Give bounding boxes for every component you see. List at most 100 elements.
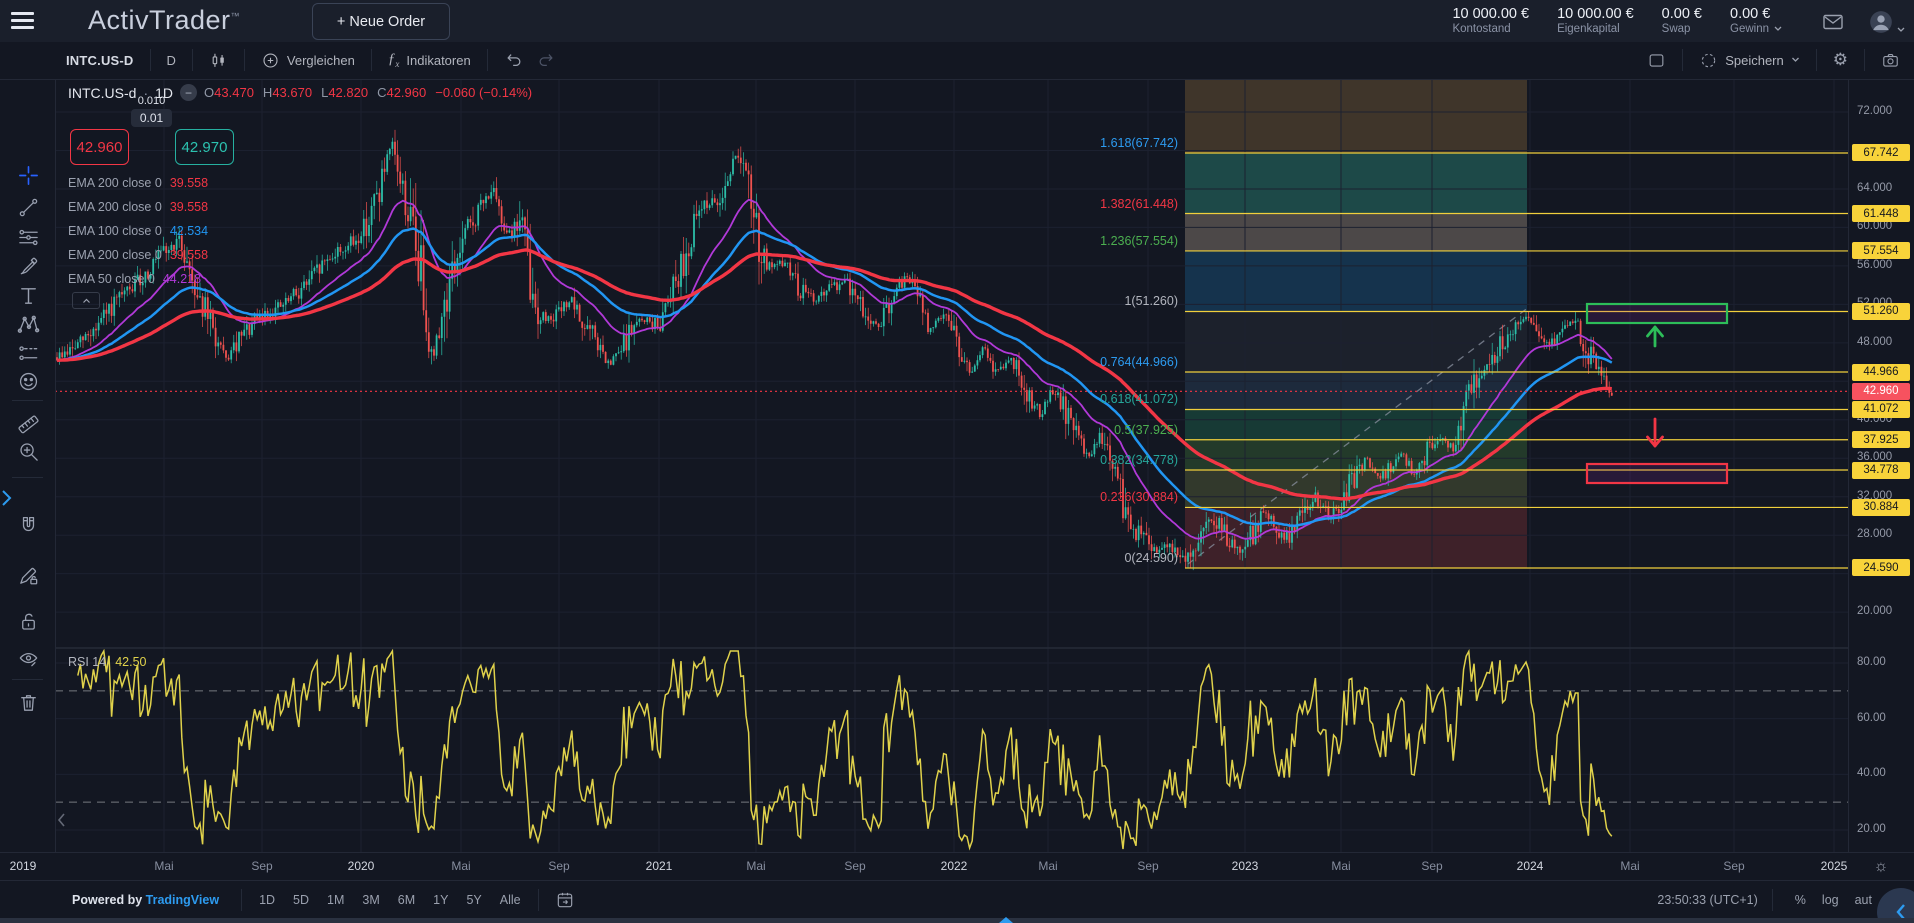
toolbar-separator [12,679,43,680]
indicator-legend-row[interactable]: EMA 200 close 039.558 [68,200,208,214]
range-button-1d[interactable]: 1D [250,889,284,911]
time-tick: Sep [1712,859,1756,873]
profile-button[interactable] [1866,9,1896,35]
goto-date-button[interactable] [547,886,583,914]
trend-line-icon [17,196,40,219]
indicator-legend-row[interactable]: EMA 100 close 042.534 [68,224,208,238]
account-value: 10 000.00 € [1452,6,1529,22]
account-metric: 0.00 €Gewinn [1730,6,1782,35]
candlestick-icon [209,51,228,70]
chevron-down-icon[interactable] [1774,26,1782,32]
time-tick: Mai [439,859,483,873]
fib-retracement-tool-button[interactable] [15,224,41,250]
zoom-in-icon [17,440,40,463]
bottom-panel-arrow[interactable] [999,917,1013,923]
undo-icon [504,50,524,70]
symbol-button[interactable]: INTC.US-D [60,53,140,68]
account-metric: 10 000.00 €Kontostand [1452,6,1529,35]
rsi-legend[interactable]: RSI 14 42.50 [68,655,147,669]
account-summary: 10 000.00 €Kontostand10 000.00 €Eigenkap… [1452,6,1782,35]
indicator-legend-row[interactable]: EMA 200 close 039.558 [68,248,208,262]
indicator-legend-row[interactable]: EMA 200 close 039.558 [68,176,208,190]
undo-button[interactable] [498,50,530,70]
fib-level-label: 1.618(67.742) [1100,136,1178,150]
hide-all-icon [17,647,40,670]
time-axis[interactable]: 2019MaiSep2020MaiSep2021MaiSep2022MaiSep… [0,852,1914,881]
mail-button[interactable] [1818,9,1848,35]
log-scale-button[interactable]: log [1814,889,1847,911]
fullscreen-button[interactable] [1641,51,1672,70]
forecast-tool-button[interactable] [15,339,41,365]
legend-symbol[interactable]: INTC.US-d [68,85,136,101]
rsi-pane-chevron[interactable] [57,812,67,828]
sell-button[interactable]: 42.960 [70,129,129,165]
main-chart[interactable] [0,0,1914,923]
chart-toolbar: INTC.US-D D Vergleichen [0,42,1914,80]
bottom-panel-handle[interactable] [0,918,1914,923]
range-button-alle[interactable]: Alle [491,889,530,911]
new-order-button[interactable]: + Neue Order [312,3,450,40]
trash-tool-button[interactable] [15,689,41,715]
range-button-1y[interactable]: 1Y [424,889,457,911]
legend-collapse-button[interactable] [72,292,100,309]
time-tick: 2024 [1508,859,1552,873]
fib-price-badge: 37.925 [1852,431,1910,448]
price-tick: 60.000 [1857,220,1892,232]
crosshair-tool-button[interactable] [15,162,41,188]
draw-lock-tool-button[interactable] [15,562,41,588]
interval-button[interactable]: D [161,53,182,68]
collapse-legend-icon[interactable]: − [180,84,197,101]
price-axis[interactable]: 72.00064.00060.00056.00052.00048.00040.0… [1848,79,1914,852]
theme-icon[interactable]: ☼ [1866,855,1896,879]
clock[interactable]: 23:50:33 (UTC+1) [1657,893,1757,907]
price-tick: 28.000 [1857,528,1892,540]
time-tick: Mai [734,859,778,873]
magnet-tool-button[interactable] [15,512,41,538]
zoom-in-tool-button[interactable] [15,438,41,464]
text-tool-button[interactable] [15,282,41,308]
expand-watchlist-button[interactable] [0,486,13,510]
spread-points: 0.010 [131,95,172,107]
range-button-5d[interactable]: 5D [284,889,318,911]
plus-circle-icon [261,51,280,70]
app-header: ActivTrader™ + Neue Order 10 000.00 €Kon… [0,0,1914,42]
emoji-tool-button[interactable] [15,368,41,394]
menu-icon[interactable] [11,12,34,29]
buy-button[interactable]: 42.970 [175,129,234,165]
fib-level-label: 1(51.260) [1124,294,1178,308]
indicator-legend-row[interactable]: EMA 50 close 044.218 [68,272,201,286]
ruler-tool-button[interactable] [15,409,41,435]
gear-icon: ⚙ [1833,50,1848,70]
settings-button[interactable]: ⚙ [1827,50,1854,70]
fx-icon: ƒx [388,51,400,69]
save-label: Speichern [1725,53,1784,68]
auto-scale-button[interactable]: aut [1847,889,1880,911]
calendar-goto-icon [555,890,575,910]
fib-level-label: 0.236(30.884) [1100,490,1178,504]
redo-button[interactable] [530,50,562,70]
save-layout-button[interactable]: Speichern [1693,51,1806,70]
trash-icon [17,691,40,714]
compare-button[interactable]: Vergleichen [255,51,361,70]
time-tick: Sep [1126,859,1170,873]
snapshot-button[interactable] [1875,51,1906,70]
emoji-icon [17,370,40,393]
hide-all-tool-button[interactable] [15,645,41,671]
range-button-3m[interactable]: 3M [353,889,388,911]
tradingview-link[interactable]: TradingView [146,893,219,907]
range-button-5y[interactable]: 5Y [457,889,490,911]
lock-all-tool-button[interactable] [15,608,41,634]
brush-tool-button[interactable] [15,253,41,279]
chart-type-button[interactable] [203,51,234,70]
xabcd-pattern-tool-button[interactable] [15,311,41,337]
range-button-6m[interactable]: 6M [389,889,424,911]
fib-price-badge: 61.448 [1852,205,1910,222]
range-button-1m[interactable]: 1M [318,889,353,911]
trend-line-tool-button[interactable] [15,194,41,220]
indicators-button[interactable]: ƒx Indikatoren [382,51,477,69]
price-tick: 64.000 [1857,182,1892,194]
powered-by: Powered by TradingView [72,893,219,907]
percent-scale-button[interactable]: % [1787,889,1814,911]
indicator-label: EMA 200 close 0 [68,200,162,214]
camera-icon [1881,51,1900,70]
